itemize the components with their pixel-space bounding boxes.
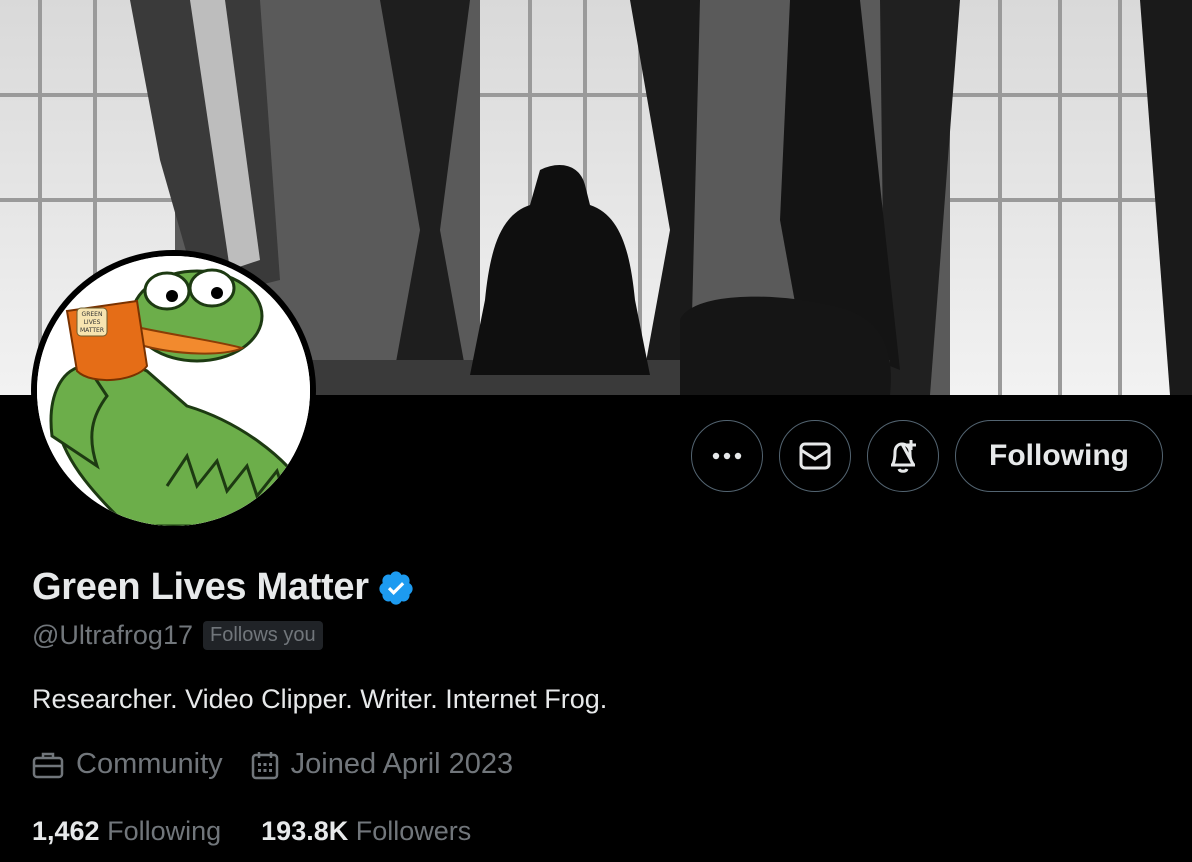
- following-label: Following: [107, 816, 222, 846]
- bell-plus-icon: [891, 440, 916, 473]
- mug-text-line-3: MATTER: [80, 327, 104, 334]
- bio: Researcher. Video Clipper. Writer. Inter…: [32, 684, 608, 714]
- display-name: Green Lives Matter: [32, 566, 369, 608]
- handle: @Ultrafrog17: [32, 620, 193, 650]
- follow-stats: 1,462 Following 193.8K Followers: [32, 816, 511, 847]
- following-stat[interactable]: 1,462 Following: [32, 816, 221, 847]
- verified-badge-icon[interactable]: [377, 569, 415, 607]
- profile-avatar[interactable]: GREEN LIVES MATTER: [31, 250, 316, 532]
- following-count: 1,462: [32, 816, 100, 846]
- following-button[interactable]: Following: [955, 420, 1163, 492]
- followers-count: 193.8K: [261, 816, 349, 846]
- briefcase-icon: [32, 752, 64, 778]
- display-name-row: Green Lives Matter: [32, 566, 415, 609]
- mug-text-line-1: GREEN: [82, 311, 103, 318]
- joined-date: Joined April 2023: [290, 748, 514, 780]
- more-icon: [712, 452, 742, 460]
- category-label: Community: [76, 748, 223, 780]
- message-button[interactable]: [779, 420, 851, 492]
- frog-avatar-image: GREEN LIVES MATTER: [37, 256, 310, 526]
- notifications-button[interactable]: [867, 420, 939, 492]
- profile-meta: Community Joined April 2023: [32, 748, 541, 781]
- handle-row: @Ultrafrog17 Follows you: [32, 620, 323, 651]
- calendar-icon: [251, 751, 278, 779]
- follows-you-badge: Follows you: [202, 621, 323, 650]
- followers-label: Followers: [355, 816, 472, 846]
- more-button[interactable]: [691, 420, 763, 492]
- joined-item: Joined April 2023: [251, 748, 514, 781]
- mail-icon: [799, 442, 831, 470]
- category-item: Community: [32, 748, 223, 781]
- mug-text-line-2: LIVES: [84, 319, 101, 326]
- followers-stat[interactable]: 193.8K Followers: [261, 816, 471, 847]
